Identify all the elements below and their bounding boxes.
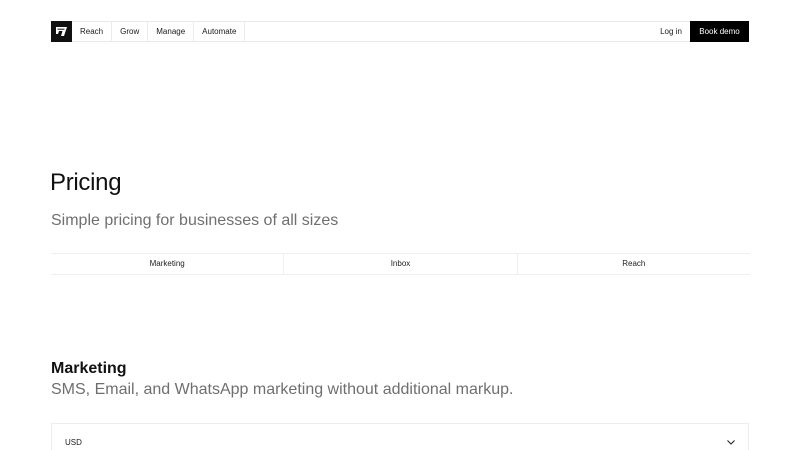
nav-link-grow[interactable]: Grow (112, 21, 149, 42)
section-subtitle: SMS, Email, and WhatsApp marketing witho… (51, 381, 514, 398)
book-demo-button[interactable]: Book demo (690, 21, 749, 42)
nav-links: Reach Grow Manage Automate (72, 21, 246, 42)
section-title: Marketing (51, 360, 127, 377)
page-subtitle: Simple pricing for businesses of all siz… (51, 212, 339, 229)
brand-logo-icon[interactable] (51, 21, 72, 42)
nav-link-reach[interactable]: Reach (72, 21, 113, 42)
page: Reach Grow Manage Automate Log in Book d… (0, 0, 800, 450)
nav-link-automate[interactable]: Automate (194, 21, 246, 42)
top-nav: Reach Grow Manage Automate Log in Book d… (51, 21, 749, 42)
logo-mark-icon (56, 27, 67, 36)
currency-select[interactable]: USD (51, 423, 749, 450)
tab-inbox[interactable]: Inbox (284, 254, 518, 274)
currency-value: USD (65, 438, 82, 447)
page-title: Pricing (50, 169, 122, 196)
login-link[interactable]: Log in (652, 21, 690, 42)
tab-reach[interactable]: Reach (518, 254, 750, 274)
nav-link-manage[interactable]: Manage (148, 21, 195, 42)
product-tabs: Marketing Inbox Reach (51, 253, 750, 275)
tab-marketing[interactable]: Marketing (51, 254, 285, 274)
chevron-down-icon (727, 440, 735, 445)
